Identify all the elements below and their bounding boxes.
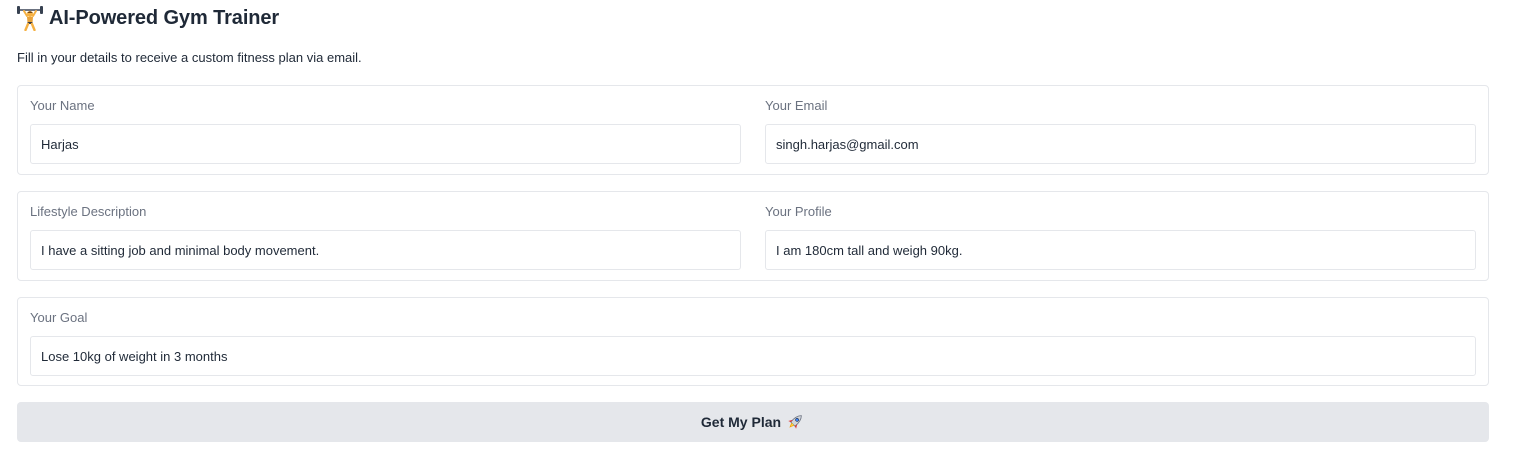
page-title: AI-Powered Gym Trainer	[49, 6, 280, 29]
rocket-icon	[788, 415, 802, 429]
app-page: AI-Powered Gym Trainer Fill in your deta…	[0, 0, 1525, 454]
form-row-details: Lifestyle Description Your Profile	[17, 191, 1489, 281]
goal-input[interactable]	[30, 336, 1476, 376]
weightlifter-icon	[17, 6, 43, 31]
lifestyle-label: Lifestyle Description	[30, 204, 147, 219]
page-header: AI-Powered Gym Trainer	[17, 4, 279, 32]
name-input[interactable]	[30, 124, 741, 164]
form-row-goal: Your Goal	[17, 297, 1489, 386]
profile-input[interactable]	[765, 230, 1476, 270]
get-plan-button[interactable]: Get My Plan	[17, 402, 1489, 442]
get-plan-button-label: Get My Plan	[700, 414, 782, 430]
page-subtitle: Fill in your details to receive a custom…	[17, 50, 362, 65]
goal-label: Your Goal	[30, 310, 88, 325]
email-input[interactable]	[765, 124, 1476, 164]
name-label: Your Name	[30, 98, 95, 113]
lifestyle-input[interactable]	[30, 230, 741, 270]
email-label: Your Email	[765, 98, 828, 113]
profile-label: Your Profile	[765, 204, 832, 219]
form-row-identity: Your Name Your Email	[17, 85, 1489, 175]
